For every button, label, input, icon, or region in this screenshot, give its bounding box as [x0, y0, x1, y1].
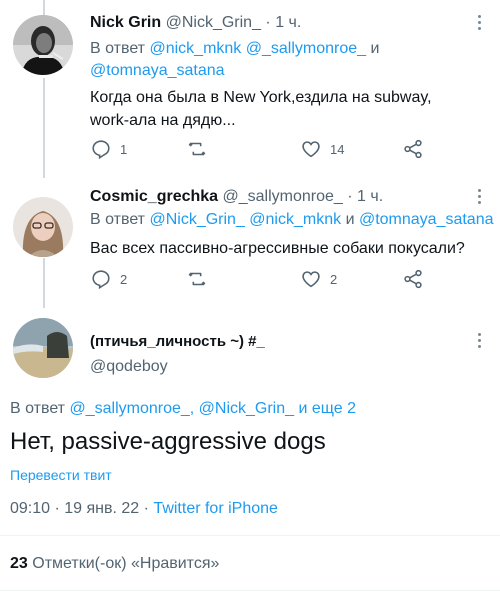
replying-to: В ответ @Nick_Grin_ @nick_mknk и @tomnay…	[90, 209, 494, 231]
like-button[interactable]: 14	[300, 138, 344, 160]
tweet-nick-grin[interactable]: Nick Grin @Nick_Grin_ · 1 ч. В ответ @ni…	[0, 0, 500, 180]
likes-count: 23	[10, 555, 28, 572]
avatar-beach-landscape-icon	[13, 318, 73, 378]
retweet-icon	[188, 142, 206, 156]
avatar[interactable]	[13, 197, 73, 257]
tweet-meta: 09:10 · 19 янв. 22 · Twitter for iPhone	[10, 500, 278, 518]
reply-mentions[interactable]: @nick_mknk @_sallymonroe_	[149, 40, 366, 57]
tweet-text: Вас всех пассивно-агрессивные собаки пок…	[90, 240, 465, 257]
retweet-button[interactable]	[186, 138, 208, 160]
reply-prefix: В ответ	[90, 211, 146, 228]
likes-summary[interactable]: 23 Отметки(-ок) «Нравится»	[10, 555, 219, 573]
tweet-actions: 1 14	[90, 138, 430, 162]
retweet-button[interactable]	[186, 268, 208, 290]
reply-and: и	[345, 211, 355, 228]
source-link[interactable]: Twitter for iPhone	[153, 500, 278, 517]
reply-mention-extra[interactable]: @tomnaya_satana	[90, 62, 225, 79]
main-tweet: (птичья_личность ~) #_ @qodeboy В ответ …	[0, 310, 500, 594]
user-handle[interactable]: @qodeboy	[90, 358, 168, 375]
reply-prefix: В ответ	[10, 400, 66, 417]
reply-count: 2	[120, 271, 128, 287]
user-handle[interactable]: @_sallymonroe_	[223, 188, 343, 205]
timestamp[interactable]: · 1 ч.	[347, 188, 383, 205]
like-count: 2	[330, 271, 338, 287]
tweet-cosmic-grechka[interactable]: Cosmic_grechka @_sallymonroe_ · 1 ч. В о…	[0, 180, 500, 310]
likes-label: Отметки(-ок) «Нравится»	[32, 555, 220, 572]
replying-to: В ответ @nick_mknk @_sallymonroe_ и @tom…	[90, 38, 379, 82]
handle-row: @qodeboy	[90, 358, 168, 376]
tweet-header: Cosmic_grechka @_sallymonroe_ · 1 ч.	[90, 188, 383, 206]
replying-to: В ответ @_sallymonroe_, @Nick_Grin_ и ещ…	[10, 398, 356, 420]
timestamp[interactable]: · 1 ч.	[265, 14, 301, 31]
user-handle[interactable]: @Nick_Grin_	[166, 14, 261, 31]
tweet-header: (птичья_личность ~) #_	[90, 333, 265, 350]
tweet-text-line: work-ала на дядю...	[90, 112, 236, 129]
display-name[interactable]: (птичья_личность ~) #_	[90, 333, 265, 350]
avatar-bw-portrait-icon	[13, 15, 73, 75]
tweet-text: Когда она была в New York,ездила на subw…	[90, 86, 432, 132]
reply-mentions[interactable]: @_sallymonroe_, @Nick_Grin_	[69, 400, 294, 417]
reply-and: и	[370, 40, 380, 57]
tweet-text: Нет, passive-aggressive dogs	[10, 428, 326, 455]
heart-icon	[302, 141, 320, 158]
more-options-icon[interactable]	[478, 330, 482, 351]
more-options-icon[interactable]	[478, 12, 482, 33]
share-icon	[404, 139, 422, 159]
share-button[interactable]	[402, 138, 424, 160]
tweet-actions: 2 2	[90, 268, 430, 292]
avatar[interactable]	[13, 318, 73, 378]
display-name[interactable]: Cosmic_grechka	[90, 188, 218, 205]
reply-count: 1	[120, 141, 128, 157]
avatar[interactable]	[13, 15, 73, 75]
reply-button[interactable]: 2	[90, 268, 127, 290]
tweet-header: Nick Grin @Nick_Grin_ · 1 ч.	[90, 14, 301, 32]
reply-mention-extra[interactable]: @tomnaya_satana	[359, 211, 494, 228]
timestamp[interactable]: 09:10 · 19 янв. 22 ·	[10, 500, 149, 517]
share-button[interactable]	[402, 268, 424, 290]
reply-icon	[92, 140, 110, 160]
more-options-icon[interactable]	[478, 186, 482, 207]
tweet-text-line: Когда она была в New York,ездила на subw…	[90, 89, 432, 106]
share-icon	[404, 269, 422, 289]
reply-more[interactable]: и еще 2	[298, 400, 356, 417]
reply-mentions[interactable]: @Nick_Grin_ @nick_mknk	[149, 211, 341, 228]
divider	[0, 590, 500, 591]
like-count: 14	[330, 141, 345, 157]
divider	[0, 535, 500, 536]
retweet-icon	[188, 272, 206, 286]
reply-prefix: В ответ	[90, 40, 146, 57]
translate-tweet-link[interactable]: Перевести твит	[10, 467, 112, 483]
reply-icon	[92, 270, 110, 290]
heart-icon	[302, 271, 320, 288]
display-name[interactable]: Nick Grin	[90, 14, 161, 31]
reply-button[interactable]: 1	[90, 138, 127, 160]
like-button[interactable]: 2	[300, 268, 337, 290]
avatar-woman-glasses-icon	[13, 197, 73, 257]
